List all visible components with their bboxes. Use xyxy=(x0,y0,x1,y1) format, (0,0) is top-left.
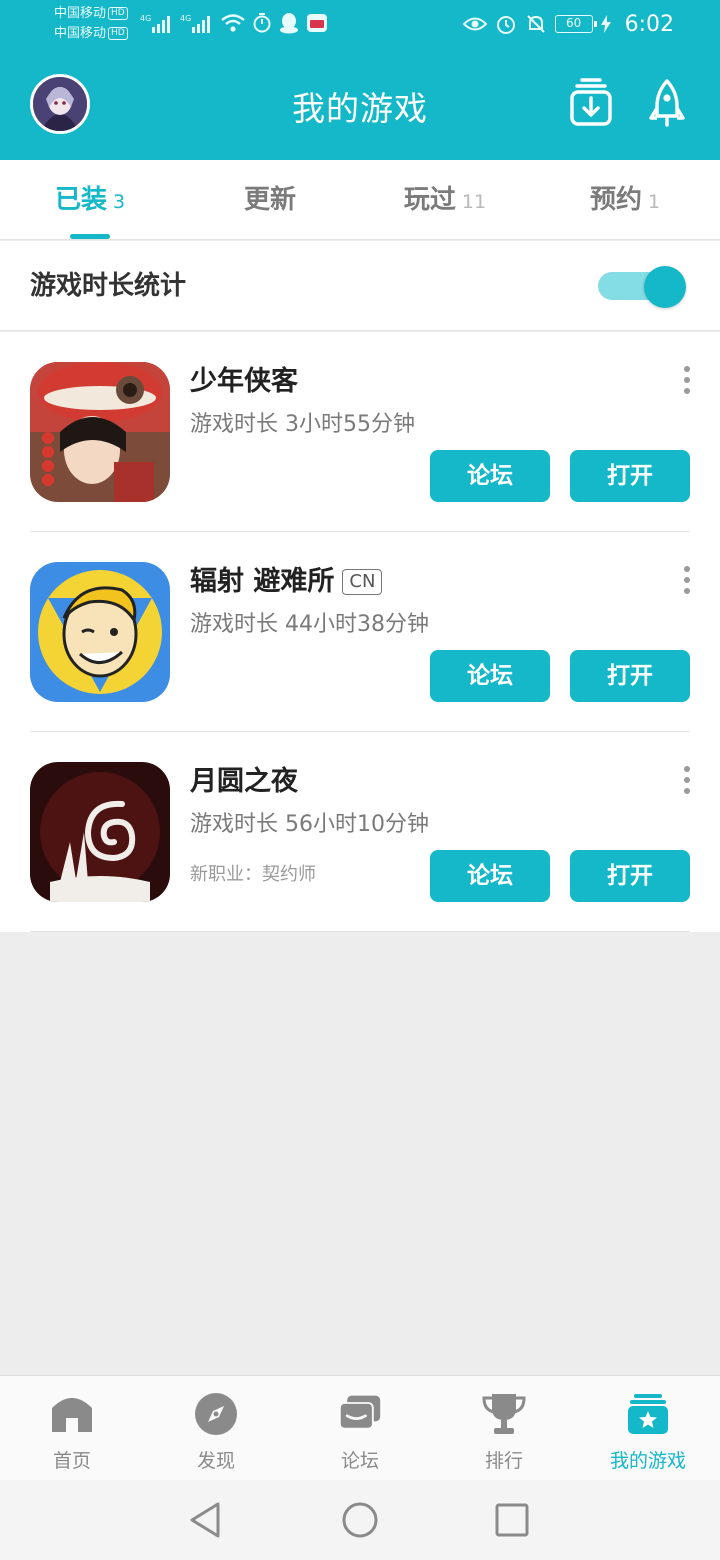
tab-label: 更新 xyxy=(243,185,296,215)
status-bar: 中国移动 HD 中国移动 HD 4G 4G 60 6:02 xyxy=(0,0,720,50)
game-playtime: 游戏时长 44小时38分钟 xyxy=(190,612,429,637)
nav-home[interactable]: 首页 xyxy=(0,1376,144,1481)
timer-icon xyxy=(253,13,271,33)
playtime-stats-toggle[interactable] xyxy=(598,266,686,308)
divider xyxy=(30,931,690,932)
nav-my-games[interactable]: 我的游戏 xyxy=(576,1376,720,1481)
tab-label: 玩过 xyxy=(403,185,456,215)
wifi-icon xyxy=(221,14,245,32)
game-icon-image xyxy=(30,362,170,502)
nav-label: 论坛 xyxy=(340,1450,379,1472)
tab-bar: 已装 3 更新 玩过 11 预约 1 xyxy=(0,160,720,240)
tab-label: 已装 xyxy=(54,185,107,215)
game-news-note: 新职业：契约师 xyxy=(190,864,316,885)
network-type-label: 4G xyxy=(140,14,151,23)
tab-installed[interactable]: 已装 3 xyxy=(0,160,180,240)
game-icon-image xyxy=(30,762,170,902)
tab-count: 1 xyxy=(647,191,661,213)
game-playtime: 游戏时长 56小时10分钟 xyxy=(190,812,429,837)
qq-icon xyxy=(280,13,298,34)
charging-icon xyxy=(600,15,611,33)
app-notification-icon xyxy=(307,14,327,32)
trophy-icon xyxy=(482,1394,526,1434)
tab-played[interactable]: 玩过 11 xyxy=(355,160,535,240)
game-item[interactable]: 辐射 避难所 CN 游戏时长 44小时38分钟 论坛 打开 xyxy=(0,532,720,732)
signal-icon: 4G xyxy=(180,14,210,33)
battery-indicator: 60 xyxy=(554,15,597,33)
nav-forum[interactable]: 论坛 xyxy=(288,1376,432,1481)
nav-label: 发现 xyxy=(196,1450,235,1472)
download-manager-icon[interactable] xyxy=(566,78,616,128)
forum-icon xyxy=(338,1395,381,1430)
open-button[interactable]: 打开 xyxy=(570,450,690,502)
my-games-icon xyxy=(628,1394,668,1434)
game-icon-yueyuan-zhiye xyxy=(30,762,170,902)
eye-comfort-icon xyxy=(462,17,487,31)
installed-games-list: 少年侠客 游戏时长 3小时55分钟 论坛 打开 辐射 避难所 CN 游戏时长 44… xyxy=(0,332,720,932)
back-icon[interactable] xyxy=(186,1500,226,1540)
bottom-nav: 首页 发现 论坛 排行 我的游戏 xyxy=(0,1375,720,1480)
carrier-label: 中国移动 xyxy=(54,26,107,41)
recent-apps-icon[interactable] xyxy=(492,1500,532,1540)
game-icon-fallout-shelter xyxy=(30,562,170,702)
carrier-label: 中国移动 xyxy=(54,6,107,21)
game-item[interactable]: 月圆之夜 游戏时长 56小时10分钟 新职业：契约师 论坛 打开 xyxy=(0,732,720,932)
nav-label: 我的游戏 xyxy=(609,1450,686,1472)
home-circle-icon[interactable] xyxy=(340,1500,380,1540)
tab-updates[interactable]: 更新 xyxy=(180,160,360,240)
active-tab-indicator xyxy=(70,234,110,239)
tab-label: 预约 xyxy=(589,185,642,215)
game-icon-image xyxy=(30,562,170,702)
system-nav-bar xyxy=(0,1480,720,1560)
status-right: 60 6:02 xyxy=(462,10,674,38)
game-name: 少年侠客 xyxy=(190,366,298,397)
tab-reserved[interactable]: 预约 1 xyxy=(535,160,715,240)
game-name: 辐射 避难所 CN xyxy=(190,564,383,600)
signal-icon: 4G xyxy=(140,14,170,33)
forum-button[interactable]: 论坛 xyxy=(430,850,550,902)
playtime-stats-label: 游戏时长统计 xyxy=(30,271,187,301)
rocket-icon[interactable] xyxy=(642,78,692,128)
nav-discover[interactable]: 发现 xyxy=(144,1376,288,1481)
carrier-info: 中国移动 HD 中国移动 HD xyxy=(54,4,128,44)
nav-label: 首页 xyxy=(52,1450,91,1472)
game-name-text: 辐射 避难所 xyxy=(190,566,335,597)
forum-button[interactable]: 论坛 xyxy=(430,450,550,502)
open-button[interactable]: 打开 xyxy=(570,650,690,702)
mute-icon xyxy=(526,15,545,33)
tab-count: 3 xyxy=(112,191,126,213)
game-item[interactable]: 少年侠客 游戏时长 3小时55分钟 论坛 打开 xyxy=(0,332,720,532)
more-options-icon[interactable] xyxy=(680,566,694,600)
nav-label: 排行 xyxy=(484,1450,523,1472)
hd-badge: HD xyxy=(108,27,128,40)
nav-ranking[interactable]: 排行 xyxy=(432,1376,576,1481)
toggle-knob xyxy=(644,266,686,308)
clock: 6:02 xyxy=(624,11,674,37)
home-icon xyxy=(52,1398,92,1432)
hd-badge: HD xyxy=(108,7,128,20)
network-type-label: 4G xyxy=(180,14,191,23)
tab-count: 11 xyxy=(461,191,487,213)
app-header: 中国移动 HD 中国移动 HD 4G 4G 60 6:02 我的游戏 xyxy=(0,0,720,160)
game-name: 月圆之夜 xyxy=(190,766,298,797)
playtime-stats-row: 游戏时长统计 xyxy=(0,241,720,331)
region-badge: CN xyxy=(342,569,383,595)
forum-button[interactable]: 论坛 xyxy=(430,650,550,702)
game-playtime: 游戏时长 3小时55分钟 xyxy=(190,412,415,437)
more-options-icon[interactable] xyxy=(680,766,694,800)
more-options-icon[interactable] xyxy=(680,366,694,400)
alarm-icon xyxy=(496,16,515,34)
compass-icon xyxy=(195,1393,237,1435)
open-button[interactable]: 打开 xyxy=(570,850,690,902)
game-icon-shaonian-xiake xyxy=(30,362,170,502)
